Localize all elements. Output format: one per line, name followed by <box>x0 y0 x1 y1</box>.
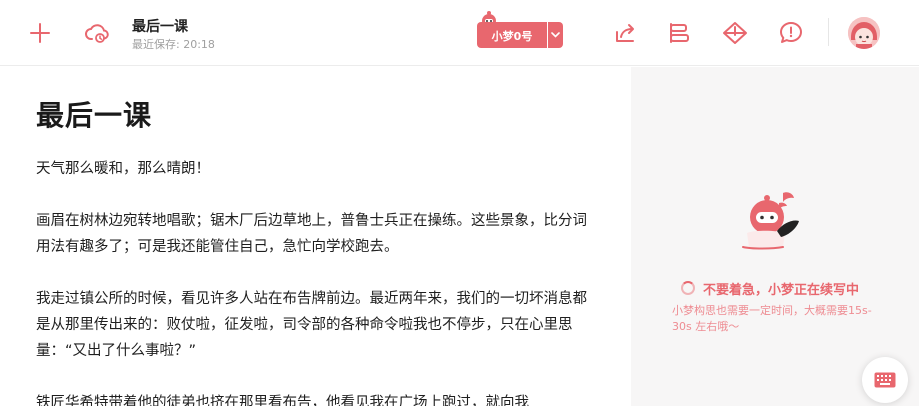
diamond-icon[interactable] <box>719 17 751 49</box>
keyboard-button[interactable] <box>862 357 908 403</box>
feedback-icon[interactable] <box>775 17 807 49</box>
keyboard-icon <box>874 372 896 388</box>
editor[interactable]: 最后一课 天气那么暖和，那么晴朗！ 画眉在树林边宛转地唱歌；锯木厂后边草地上，普… <box>0 67 631 406</box>
document-title[interactable]: 最后一课 <box>36 98 152 134</box>
saved-status: 最近保存: 20:18 <box>132 38 215 51</box>
paragraph[interactable]: 我走过镇公所的时候，看见许多人站在布告牌前边。最近两年来，我们的一切坏消息都是从… <box>36 286 596 364</box>
model-button[interactable]: 小梦0号 <box>477 22 547 48</box>
continuation-panel: 不要着急，小梦正在续写中 小梦构思也需要一定时间，大概需要15s-30s 左右哦… <box>631 67 919 406</box>
writing-mascot-icon <box>742 192 799 250</box>
loading-status: 不要着急，小梦正在续写中 <box>681 279 860 298</box>
plus-icon[interactable] <box>24 17 56 49</box>
outline-icon[interactable] <box>663 17 695 49</box>
avatar[interactable] <box>848 17 880 49</box>
status-hint: 小梦构思也需要一定时间，大概需要15s-30s 左右哦～ <box>672 304 872 333</box>
paragraph[interactable]: 天气那么暖和，那么晴朗！ <box>36 156 596 182</box>
status-message: 不要着急，小梦正在续写中 <box>703 282 860 298</box>
top-bar: 最后一课 最近保存: 20:18 小梦0号 <box>0 0 919 66</box>
model-selector[interactable]: 小梦0号 <box>477 10 565 50</box>
cloud-sync-icon[interactable] <box>82 17 114 49</box>
paragraph[interactable]: 铁匠华希特带着他的徒弟也挤在那里看布告，他看见我在广场上跑过，就向我 <box>36 390 596 406</box>
chevron-down-icon[interactable] <box>548 22 563 48</box>
share-icon[interactable] <box>609 17 641 49</box>
divider <box>828 18 829 46</box>
paragraph[interactable]: 画眉在树林边宛转地唱歌；锯木厂后边草地上，普鲁士兵正在操练。这些景象，比分词用法… <box>36 208 596 260</box>
spinner-icon <box>681 281 695 295</box>
doc-title: 最后一课 <box>132 19 188 35</box>
